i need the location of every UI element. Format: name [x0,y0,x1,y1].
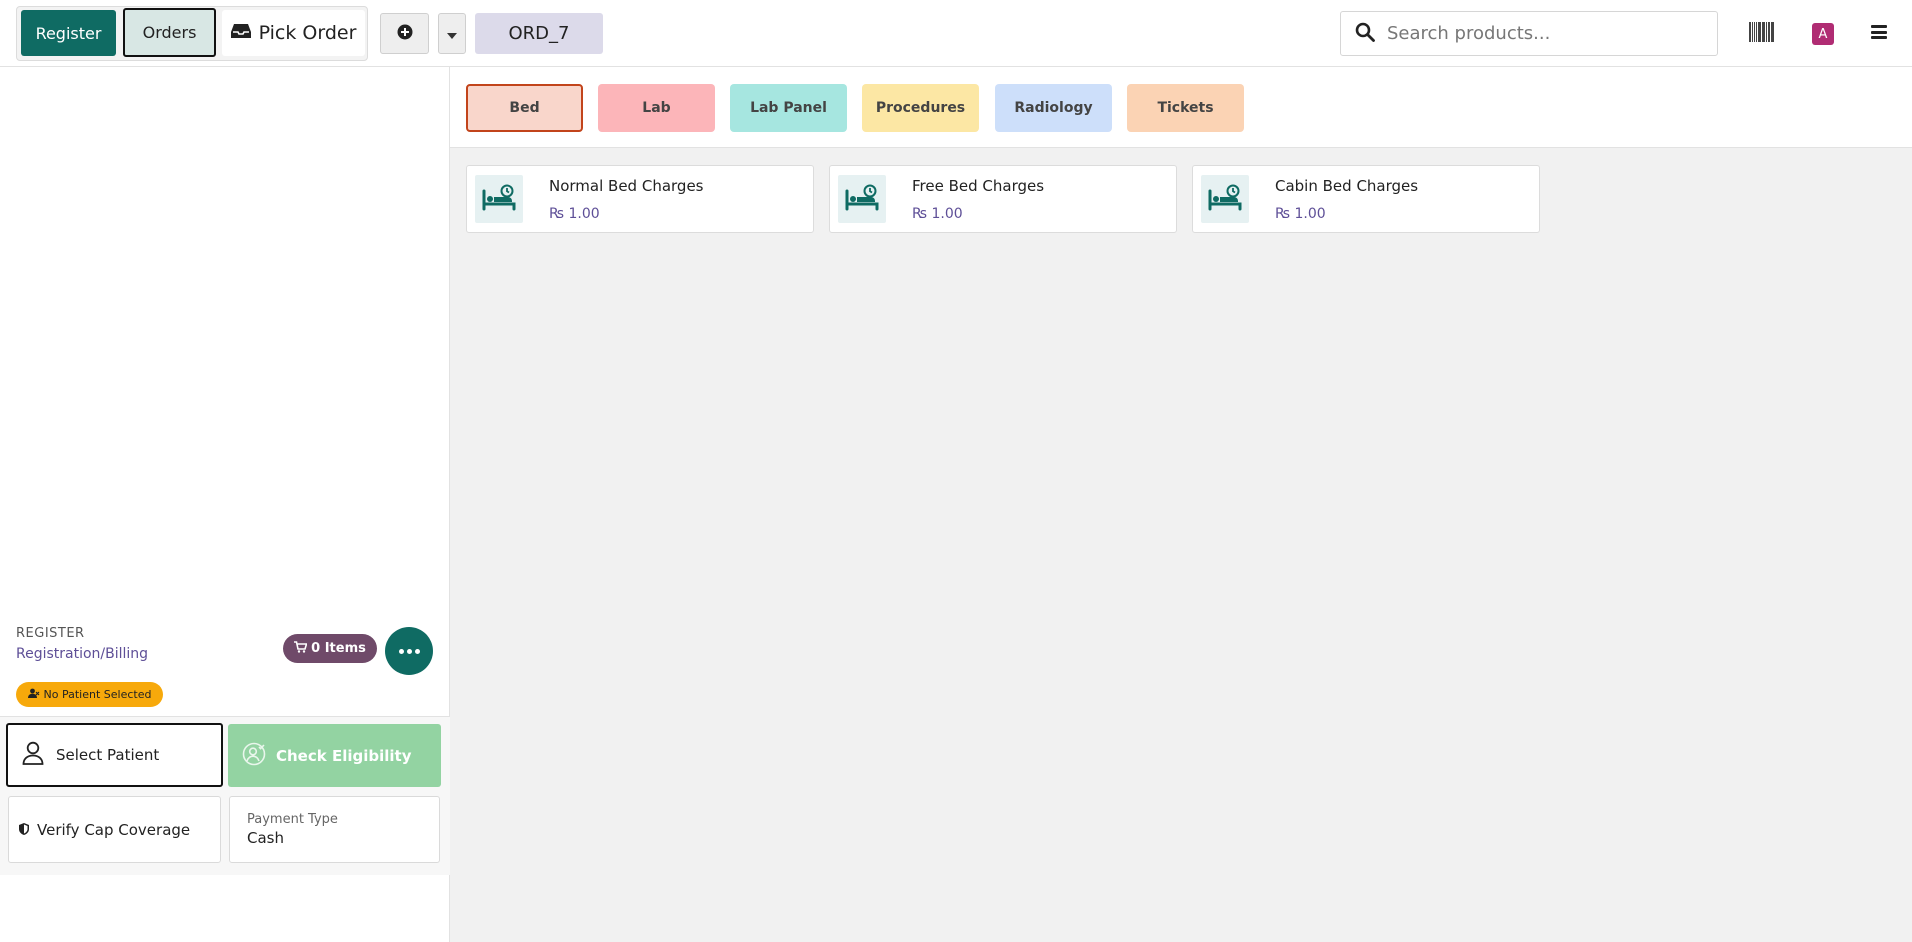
caret-down-icon [447,24,457,43]
order-dropdown-button[interactable] [438,13,466,54]
shield-icon [19,821,29,839]
category-lab-panel[interactable]: Lab Panel [730,84,847,132]
product-price: ₨ 1.00 [912,206,963,222]
category-procedures[interactable]: Procedures [862,84,979,132]
check-eligibility-button[interactable]: Check Eligibility [228,724,441,787]
barcode-icon[interactable] [1749,22,1774,42]
product-name: Cabin Bed Charges [1275,177,1419,195]
product-name: Free Bed Charges [912,177,1045,195]
select-patient-label: Select Patient [56,746,160,764]
payment-type-value: Cash [247,829,284,847]
product-price: ₨ 1.00 [1275,206,1326,222]
product-card[interactable]: Cabin Bed Charges ₨ 1.00 [1192,165,1540,233]
product-search[interactable] [1340,11,1718,56]
cart-items-badge[interactable]: 0 Items [283,634,377,663]
register-name: Registration/Billing [16,646,149,662]
new-order-button[interactable] [380,13,429,54]
verify-cap-coverage-button[interactable]: Verify Cap Coverage [8,796,221,863]
more-options-button[interactable] [385,627,433,675]
category-radiology[interactable]: Radiology [995,84,1112,132]
payment-type-selector[interactable]: Payment Type Cash [229,796,440,863]
category-tickets[interactable]: Tickets [1127,84,1244,132]
user-icon [22,741,44,769]
price-value: 1.00 [568,206,600,222]
product-card[interactable]: Normal Bed Charges ₨ 1.00 [466,165,814,233]
user-check-icon [242,742,266,770]
current-order-tag[interactable]: ORD_7 [475,13,603,54]
bed-icon [838,175,886,223]
patient-status-text: No Patient Selected [43,688,152,701]
currency-symbol: ₨ [549,206,565,222]
pick-order-label: Pick Order [258,22,357,44]
currency-symbol: ₨ [912,206,928,222]
items-count: 0 Items [311,641,366,656]
plus-circle-icon [397,24,413,44]
payment-type-label: Payment Type [247,812,338,827]
category-bed[interactable]: Bed [466,84,583,132]
user-slash-icon [27,688,40,701]
bed-icon [475,175,523,223]
orders-button[interactable]: Orders [123,8,216,57]
check-eligibility-label: Check Eligibility [276,746,412,765]
currency-symbol: ₨ [1275,206,1291,222]
select-patient-button[interactable]: Select Patient [6,723,223,787]
cart-icon [294,640,308,657]
hamburger-menu-icon[interactable] [1871,25,1887,39]
product-price: ₨ 1.00 [549,206,600,222]
search-input[interactable] [1387,23,1687,44]
user-avatar[interactable]: A [1812,23,1834,45]
price-value: 1.00 [931,206,963,222]
pick-order-button[interactable]: Pick Order [222,10,365,56]
product-name: Normal Bed Charges [549,177,704,195]
search-icon [1355,22,1375,46]
verify-cap-label: Verify Cap Coverage [37,820,191,839]
inbox-icon [230,22,251,44]
category-lab[interactable]: Lab [598,84,715,132]
register-button[interactable]: Register [21,10,116,56]
register-caption: REGISTER [16,626,85,641]
bed-icon [1201,175,1249,223]
product-card[interactable]: Free Bed Charges ₨ 1.00 [829,165,1177,233]
patient-status-badge: No Patient Selected [16,682,163,707]
price-value: 1.00 [1294,206,1326,222]
